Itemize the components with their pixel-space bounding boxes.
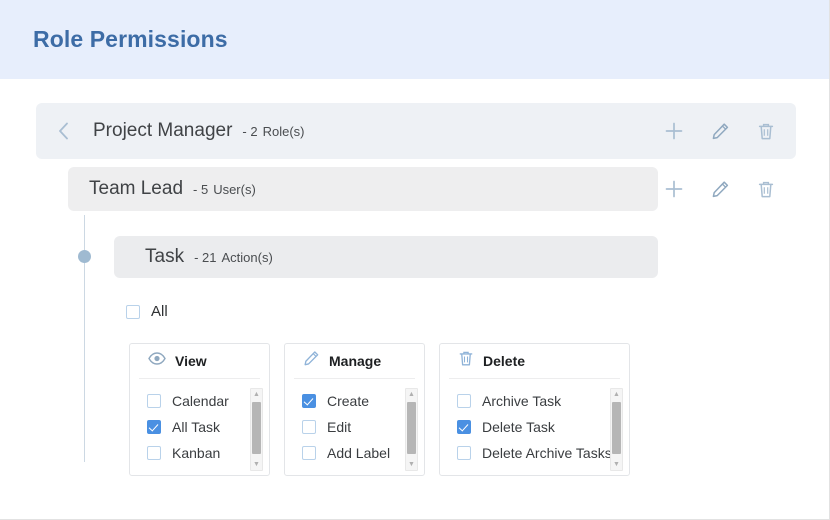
row-project-manager-name: Project Manager <box>93 120 233 141</box>
permission-checkbox-edit[interactable] <box>302 420 316 434</box>
permission-option-label: Delete Task <box>482 419 555 435</box>
permission-card-manage-scrollbar[interactable]: ▲ ▼ <box>405 388 418 471</box>
row-task-unit: Action(s) <box>221 250 273 265</box>
permission-checkbox-calendar[interactable] <box>147 394 161 408</box>
trash-icon <box>458 350 474 372</box>
scrollbar-thumb[interactable] <box>407 402 416 454</box>
permission-option[interactable]: Archive Task <box>457 393 629 409</box>
pencil-icon[interactable] <box>706 117 734 145</box>
permission-option-label: Edit <box>327 419 352 435</box>
scroll-down-arrow-icon[interactable]: ▼ <box>611 459 622 470</box>
scroll-down-arrow-icon[interactable]: ▼ <box>406 459 417 470</box>
scrollbar-thumb[interactable] <box>252 402 261 454</box>
permission-card-delete-scrollbar[interactable]: ▲ ▼ <box>610 388 623 471</box>
row-task[interactable]: Task - 21 Action(s) <box>114 236 658 278</box>
all-checkbox-label: All <box>151 303 168 320</box>
row-team-lead-name: Team Lead <box>89 178 184 199</box>
row-team-lead-unit: User(s) <box>213 182 256 197</box>
scroll-down-arrow-icon[interactable]: ▼ <box>251 459 262 470</box>
plus-icon[interactable] <box>660 175 688 203</box>
row-project-manager-unit: Role(s) <box>262 124 305 139</box>
permission-checkbox-archive-task[interactable] <box>457 394 471 408</box>
permission-checkbox-all-task[interactable] <box>147 420 161 434</box>
page-header: Role Permissions <box>0 0 829 79</box>
permission-option-label: Kanban <box>172 445 221 461</box>
permission-card-view-scrollbar[interactable]: ▲ ▼ <box>250 388 263 471</box>
row-project-manager-count: - 2 <box>242 124 258 139</box>
chevron-left-icon[interactable] <box>50 118 76 144</box>
pencil-icon[interactable] <box>706 175 734 203</box>
permission-card-manage: Manage Create Edit Add Label ▲ ▼ <box>284 343 425 476</box>
permission-card-view-title: View <box>175 353 207 369</box>
permission-card-manage-header: Manage <box>294 344 415 379</box>
permission-option-label: Create <box>327 393 370 409</box>
permission-option-label: Delete Archive Tasks <box>482 445 612 461</box>
permission-card-manage-body: Create Edit Add Label ▲ ▼ <box>285 379 424 475</box>
scrollbar-thumb[interactable] <box>612 402 621 454</box>
role-permissions-page: Role Permissions Project Manager - 2 Rol… <box>0 0 830 520</box>
permission-option[interactable]: Delete Archive Tasks <box>457 445 629 461</box>
permission-checkbox-kanban[interactable] <box>147 446 161 460</box>
all-checkbox[interactable] <box>126 304 140 319</box>
row-task-count: - 21 <box>194 250 217 265</box>
trash-icon[interactable] <box>752 175 780 203</box>
row-task-label-group: Task - 21 Action(s) <box>145 246 273 268</box>
permission-checkbox-delete-task[interactable] <box>457 420 471 434</box>
page-title: Role Permissions <box>33 26 228 52</box>
permission-option-label: Calendar <box>172 393 229 409</box>
row-task-name: Task <box>145 246 185 267</box>
all-permissions-row[interactable]: All <box>126 303 168 320</box>
permission-card-delete: Delete Archive Task Delete Task Delete A… <box>439 343 630 476</box>
scroll-up-arrow-icon[interactable]: ▲ <box>406 389 417 400</box>
permission-card-delete-header: Delete <box>449 344 620 379</box>
permission-checkbox-delete-archive-tasks[interactable] <box>457 446 471 460</box>
row-team-lead-count: - 5 <box>193 182 209 197</box>
permission-option-label: Archive Task <box>482 393 562 409</box>
permission-card-delete-title: Delete <box>483 353 526 369</box>
permission-card-delete-body: Archive Task Delete Task Delete Archive … <box>440 379 629 475</box>
scroll-up-arrow-icon[interactable]: ▲ <box>251 389 262 400</box>
row-project-manager-label-group: Project Manager - 2 Role(s) <box>93 120 304 142</box>
timeline-node-dot <box>78 250 91 263</box>
row-team-lead-label-group: Team Lead - 5 User(s) <box>89 178 256 200</box>
permission-card-manage-title: Manage <box>329 353 382 369</box>
trash-icon[interactable] <box>752 117 780 145</box>
row-project-manager-actions <box>660 117 780 145</box>
plus-icon[interactable] <box>660 117 688 145</box>
permission-card-view-body: Calendar All Task Kanban ▲ ▼ <box>130 379 269 475</box>
permission-card-view: View Calendar All Task Kanban ▲ ▼ <box>129 343 270 476</box>
pencil-icon <box>303 350 320 372</box>
permission-checkbox-create[interactable] <box>302 394 316 408</box>
eye-icon <box>148 352 166 370</box>
permission-option[interactable]: Delete Task <box>457 419 629 435</box>
permission-checkbox-add-label[interactable] <box>302 446 316 460</box>
permission-option-label: All Task <box>172 419 220 435</box>
row-team-lead-actions <box>660 175 780 203</box>
permission-card-view-header: View <box>139 344 260 379</box>
scroll-up-arrow-icon[interactable]: ▲ <box>611 389 622 400</box>
permission-option-label: Add Label <box>327 445 391 461</box>
row-team-lead[interactable]: Team Lead - 5 User(s) <box>68 167 658 211</box>
